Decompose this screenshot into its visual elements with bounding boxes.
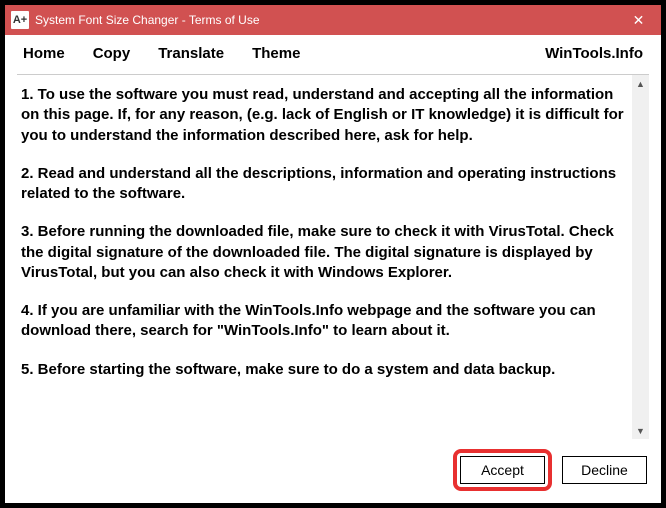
menu-copy[interactable]: Copy xyxy=(93,45,131,62)
scrollbar-thumb[interactable] xyxy=(632,92,649,422)
brand-link[interactable]: WinTools.Info xyxy=(545,45,643,62)
close-icon[interactable]: ✕ xyxy=(616,5,661,35)
scrollbar[interactable]: ▲ ▼ xyxy=(632,75,649,439)
terms-text: 1. To use the software you must read, un… xyxy=(17,75,632,439)
window-title: System Font Size Changer - Terms of Use xyxy=(35,13,616,27)
decline-button[interactable]: Decline xyxy=(562,456,647,484)
terms-paragraph: 4. If you are unfamiliar with the WinToo… xyxy=(21,301,626,342)
accept-highlight: Accept xyxy=(453,449,552,491)
scroll-up-icon[interactable]: ▲ xyxy=(632,75,649,92)
content-area: 1. To use the software you must read, un… xyxy=(17,74,649,439)
menu-theme[interactable]: Theme xyxy=(252,45,300,62)
menu-home[interactable]: Home xyxy=(23,45,65,62)
dialog-window: A+ System Font Size Changer - Terms of U… xyxy=(0,0,666,508)
scroll-down-icon[interactable]: ▼ xyxy=(632,422,649,439)
terms-paragraph: 3. Before running the downloaded file, m… xyxy=(21,222,626,283)
scrollbar-track[interactable] xyxy=(632,92,649,422)
menu-translate[interactable]: Translate xyxy=(158,45,224,62)
app-icon: A+ xyxy=(11,11,29,29)
titlebar: A+ System Font Size Changer - Terms of U… xyxy=(5,5,661,35)
terms-paragraph: 1. To use the software you must read, un… xyxy=(21,85,626,146)
menubar: Home Copy Translate Theme WinTools.Info xyxy=(5,35,661,70)
accept-button[interactable]: Accept xyxy=(460,456,545,484)
footer: Accept Decline xyxy=(5,439,661,503)
terms-paragraph: 5. Before starting the software, make su… xyxy=(21,360,626,380)
terms-paragraph: 2. Read and understand all the descripti… xyxy=(21,164,626,205)
